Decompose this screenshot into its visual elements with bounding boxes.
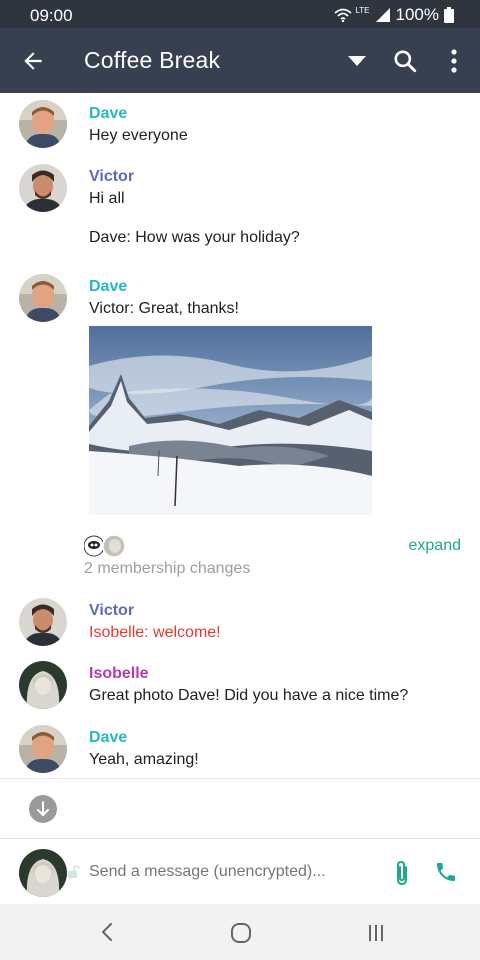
- message-text: Isobelle: welcome!: [89, 624, 221, 641]
- arrow-back-icon[interactable]: [20, 48, 46, 74]
- sender-name[interactable]: Victor: [89, 602, 134, 620]
- wifi-icon: [334, 8, 353, 22]
- jump-to-bottom-bar: [0, 778, 480, 838]
- search-icon[interactable]: [392, 48, 418, 74]
- membership-summary: 2 membership changes: [84, 560, 251, 577]
- sender-name[interactable]: Victor: [89, 168, 134, 186]
- status-bar: 09:00 LTE 100%: [0, 0, 480, 28]
- nav-back-icon[interactable]: [96, 921, 118, 943]
- nav-home-icon[interactable]: [229, 921, 253, 945]
- nav-recent-apps-icon[interactable]: [365, 922, 387, 944]
- more-vert-icon[interactable]: [443, 48, 465, 74]
- avatar-isobelle[interactable]: [19, 661, 67, 709]
- arrow-down-icon: [37, 801, 49, 816]
- message-timeline[interactable]: Dave Hey everyone Victor Hi all Dave: Ho…: [0, 93, 480, 778]
- message-text: Great photo Dave! Did you have a nice ti…: [89, 687, 409, 704]
- image-attachment[interactable]: [89, 326, 372, 515]
- avatar-dave[interactable]: [19, 100, 67, 148]
- phone-icon[interactable]: [434, 860, 458, 884]
- jump-to-bottom-button[interactable]: [29, 795, 57, 823]
- message-text: Yeah, amazing!: [89, 751, 199, 768]
- membership-avatars: [83, 534, 128, 558]
- status-indicators: LTE 100%: [334, 5, 454, 25]
- message-text: Victor: Great, thanks!: [89, 300, 239, 317]
- message-composer: [0, 838, 480, 904]
- message-text: Hey everyone: [89, 127, 188, 144]
- signal-icon: [375, 8, 390, 22]
- message-text: Hi all: [89, 190, 125, 207]
- dropdown-icon[interactable]: [346, 53, 368, 69]
- unencrypted-lock-icon: [68, 865, 80, 878]
- battery-icon: [444, 7, 454, 23]
- status-time: 09:00: [30, 6, 73, 25]
- sender-name[interactable]: Dave: [89, 729, 127, 747]
- sender-name[interactable]: Dave: [89, 105, 127, 123]
- sender-name[interactable]: Isobelle: [89, 665, 149, 683]
- network-type: LTE: [355, 5, 370, 15]
- avatar-dave[interactable]: [19, 274, 67, 322]
- room-title[interactable]: Coffee Break: [84, 47, 220, 74]
- avatar-dave[interactable]: [19, 725, 67, 773]
- sender-name[interactable]: Dave: [89, 278, 127, 296]
- my-avatar: [19, 849, 67, 897]
- message-text: Dave: How was your holiday?: [89, 229, 300, 246]
- avatar-victor[interactable]: [19, 598, 67, 646]
- battery-percent: 100%: [395, 5, 439, 24]
- expand-link[interactable]: expand: [409, 537, 462, 555]
- app-bar: Coffee Break: [0, 28, 480, 93]
- message-input[interactable]: [89, 863, 379, 881]
- avatar-victor[interactable]: [19, 164, 67, 212]
- paperclip-icon[interactable]: [390, 859, 414, 887]
- system-nav-bar: [0, 904, 480, 960]
